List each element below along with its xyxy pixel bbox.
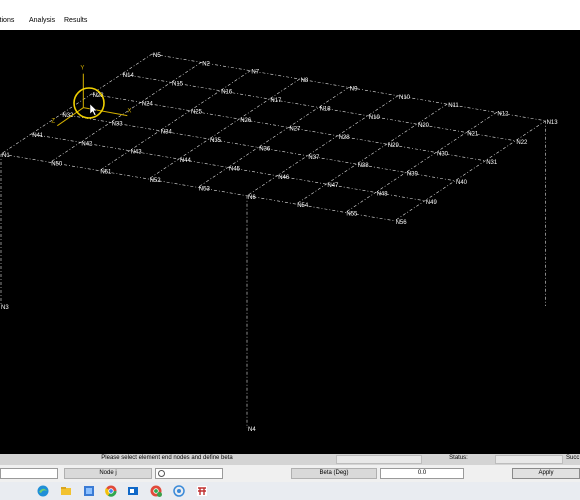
node-label: N44 [180,158,192,164]
node-label: N10 [399,95,411,101]
y-axis-label: Y [80,66,84,72]
node-label: N52 [150,178,162,184]
node-j-radio-icon[interactable] [158,470,165,477]
status-message: Please select element end nodes and defi… [0,455,334,464]
node-label: N12 [497,111,509,117]
menu-results[interactable]: Results [64,17,87,24]
menu-analysis[interactable]: Analysis [29,17,55,24]
node-label: N29 [388,143,400,149]
node-label: N26 [240,118,252,124]
node-label: N2 [202,61,210,67]
taskbar [0,482,580,500]
status-field [336,455,422,464]
node-label: N20 [418,123,430,129]
node-label: N27 [289,126,301,132]
node-label: N21 [467,131,479,137]
apply-button[interactable]: Apply [512,468,580,479]
node-label: N42 [81,141,93,147]
z-axis-line[interactable] [57,107,84,127]
node-label: N41 [32,133,44,139]
node-label: N4 [248,427,256,433]
node-label: N50 [51,161,63,167]
status-result: Succ [566,455,580,461]
beam-line[interactable] [0,53,153,155]
model-canvas[interactable]: N1 N3 N4 N5 N6 N2 N7 N8 N9 N10 N11 N12 N13 N14 N15 N16 N… [0,30,580,454]
node-label: N53 [199,186,211,192]
node-label: N36 [259,146,271,152]
chrome-profile-icon[interactable] [150,485,162,497]
node-label: N30 [437,151,449,157]
node-label: N47 [327,183,339,189]
node-i-input[interactable] [0,468,58,479]
node-label: N51 [100,170,112,176]
status-value-field [495,455,563,464]
outlook-icon[interactable] [127,485,139,497]
node-label: N56 [396,220,408,226]
node-label: N35 [210,138,222,144]
node-j-label: Node j [64,468,152,479]
menu-bar: itions Analysis Results [0,0,580,30]
node-label: N48 [377,191,389,197]
node-label: N1 [2,153,10,159]
node-label: N40 [456,180,468,186]
edge-icon[interactable] [37,485,49,497]
node-label: N31 [486,160,498,166]
app-icon[interactable] [196,485,208,497]
node-label: N13 [547,120,559,126]
beta-label: Beta (Deg) [291,468,377,479]
node-label: N24 [142,101,154,107]
x-axis-label: X [127,109,131,115]
node-label: N16 [221,90,233,96]
node-label: N37 [308,155,320,161]
node-label: N25 [191,110,203,116]
settings-icon[interactable] [173,485,185,497]
node-label: N6 [248,195,256,201]
file-explorer-icon[interactable] [60,485,72,497]
node-label: N18 [320,106,332,112]
node-label: N33 [112,121,124,127]
node-label: N43 [131,150,143,156]
z-axis-label: Z [51,119,55,125]
node-label: N22 [516,140,528,146]
node-label: N11 [448,103,459,109]
node-label: N9 [350,86,358,92]
node-label: N38 [358,163,370,169]
status-bar: Please select element end nodes and defi… [0,454,580,465]
status-label: Status: [424,455,493,464]
node-label: N15 [172,81,184,87]
node-label: N39 [407,171,419,177]
mouse-cursor-icon [89,103,98,116]
node-j-input[interactable] [155,468,223,479]
beta-input[interactable]: 0.0 [380,468,464,479]
node-label: N54 [297,203,309,209]
node-label: N17 [270,98,282,104]
input-bar: Node j Beta (Deg) 0.0 Apply [0,465,580,482]
chrome-icon[interactable] [105,485,117,497]
node-label: N7 [251,70,259,76]
node-label: N8 [301,78,309,84]
node-label: N19 [369,115,381,121]
menu-conditions[interactable]: itions [0,17,14,24]
node-label: N3 [1,305,9,311]
node-label: N34 [161,130,173,136]
node-label: N45 [229,166,241,172]
node-label: N14 [123,73,135,79]
structure-view[interactable]: N1 N3 N4 N5 N6 N2 N7 N8 N9 N10 N11 N12 N13 N14 N15 N16 N… [0,30,580,454]
node-label: N55 [346,211,358,217]
node-label: N28 [339,135,351,141]
node-label: N46 [278,175,290,181]
node-label: N5 [153,53,161,59]
node-label: N49 [426,200,438,206]
store-icon[interactable] [83,485,95,497]
